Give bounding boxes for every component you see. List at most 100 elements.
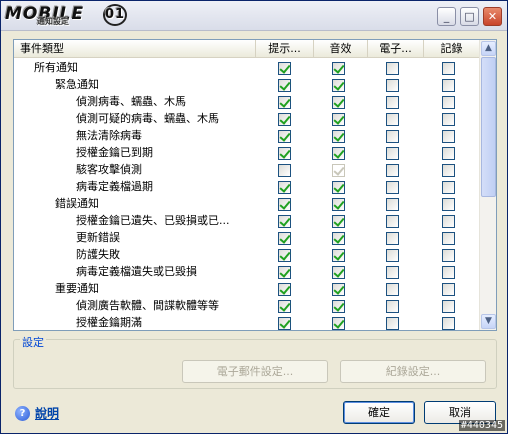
sound-checkbox[interactable]: [332, 147, 345, 160]
email-checkbox[interactable]: [386, 198, 399, 211]
table-row[interactable]: 授權金鑰期滿: [14, 314, 480, 331]
email-settings-button[interactable]: 電子郵件設定...: [182, 360, 328, 383]
sound-checkbox[interactable]: [332, 130, 345, 143]
sound-checkbox[interactable]: [332, 79, 345, 92]
title-bar[interactable]: MOBILE 通知設定 01 _ □ ✕: [1, 1, 507, 31]
log-checkbox[interactable]: [442, 300, 455, 313]
email-checkbox[interactable]: [386, 181, 399, 194]
vertical-scrollbar[interactable]: ▲ ▼: [479, 40, 496, 330]
log-checkbox[interactable]: [442, 283, 455, 296]
scroll-down-icon[interactable]: ▼: [481, 314, 496, 329]
log-checkbox[interactable]: [442, 147, 455, 160]
table-row[interactable]: 病毒定義檔過期: [14, 178, 480, 195]
log-checkbox[interactable]: [442, 113, 455, 126]
table-row[interactable]: 偵測廣告軟體、間諜軟體等等: [14, 297, 480, 314]
email-checkbox[interactable]: [386, 79, 399, 92]
sound-checkbox[interactable]: [332, 62, 345, 75]
table-row[interactable]: 授權金鑰已到期: [14, 144, 480, 161]
table-row[interactable]: 防護失敗: [14, 246, 480, 263]
event-label: 更新錯誤: [76, 231, 120, 244]
log-checkbox[interactable]: [442, 130, 455, 143]
log-checkbox[interactable]: [442, 96, 455, 109]
logo-badge: 01: [103, 4, 127, 26]
email-checkbox[interactable]: [386, 147, 399, 160]
sound-checkbox[interactable]: [332, 181, 345, 194]
popup-checkbox[interactable]: [278, 62, 291, 75]
column-header-email[interactable]: 電子...: [368, 40, 424, 58]
help-link[interactable]: ? 說明: [15, 404, 59, 422]
popup-checkbox[interactable]: [278, 232, 291, 245]
popup-checkbox[interactable]: [278, 266, 291, 279]
popup-checkbox[interactable]: [278, 249, 291, 262]
column-header-popup[interactable]: 提示...: [256, 40, 314, 58]
column-header-event-type[interactable]: 事件類型: [14, 40, 256, 58]
sound-checkbox[interactable]: [332, 232, 345, 245]
sound-checkbox[interactable]: [332, 215, 345, 228]
log-checkbox[interactable]: [442, 232, 455, 245]
table-row[interactable]: 偵測可疑的病毒、蠕蟲、木馬: [14, 110, 480, 127]
email-checkbox[interactable]: [386, 62, 399, 75]
scroll-thumb[interactable]: [481, 57, 496, 197]
sound-checkbox[interactable]: [332, 317, 345, 330]
email-checkbox[interactable]: [386, 130, 399, 143]
log-checkbox[interactable]: [442, 62, 455, 75]
table-row[interactable]: 偵測病毒、蠕蟲、木馬: [14, 93, 480, 110]
email-checkbox[interactable]: [386, 215, 399, 228]
sound-checkbox[interactable]: [332, 113, 345, 126]
popup-checkbox[interactable]: [278, 181, 291, 194]
log-settings-button[interactable]: 紀錄設定...: [340, 360, 486, 383]
log-checkbox[interactable]: [442, 249, 455, 262]
email-checkbox[interactable]: [386, 317, 399, 330]
popup-checkbox[interactable]: [278, 79, 291, 92]
sound-checkbox[interactable]: [332, 266, 345, 279]
ok-button[interactable]: 確定: [343, 401, 415, 424]
popup-checkbox[interactable]: [278, 113, 291, 126]
sound-checkbox[interactable]: [332, 198, 345, 211]
popup-checkbox[interactable]: [278, 147, 291, 160]
sound-checkbox[interactable]: [332, 96, 345, 109]
column-header-sound[interactable]: 音效: [314, 40, 368, 58]
popup-checkbox[interactable]: [278, 317, 291, 330]
email-checkbox[interactable]: [386, 96, 399, 109]
scroll-up-icon[interactable]: ▲: [481, 41, 496, 56]
popup-checkbox[interactable]: [278, 215, 291, 228]
email-checkbox[interactable]: [386, 266, 399, 279]
table-row[interactable]: 緊急通知: [14, 76, 480, 93]
email-checkbox[interactable]: [386, 283, 399, 296]
column-header-log[interactable]: 記錄: [424, 40, 480, 58]
popup-checkbox[interactable]: [278, 283, 291, 296]
log-checkbox[interactable]: [442, 79, 455, 92]
email-checkbox[interactable]: [386, 300, 399, 313]
help-label[interactable]: 說明: [35, 407, 59, 421]
table-row[interactable]: 更新錯誤: [14, 229, 480, 246]
table-row[interactable]: 授權金鑰已遺失、已毀損或已...: [14, 212, 480, 229]
app-logo: MOBILE 通知設定 01: [5, 4, 127, 26]
close-button[interactable]: ✕: [483, 7, 502, 26]
log-checkbox[interactable]: [442, 266, 455, 279]
table-row[interactable]: 所有通知: [14, 59, 480, 76]
table-row[interactable]: 駭客攻擊偵測: [14, 161, 480, 178]
maximize-button[interactable]: □: [460, 7, 479, 26]
sound-checkbox[interactable]: [332, 283, 345, 296]
popup-checkbox[interactable]: [278, 300, 291, 313]
popup-checkbox[interactable]: [278, 164, 291, 177]
popup-checkbox[interactable]: [278, 130, 291, 143]
email-checkbox[interactable]: [386, 249, 399, 262]
table-row[interactable]: 錯誤通知: [14, 195, 480, 212]
table-row[interactable]: 病毒定義檔遺失或已毀損: [14, 263, 480, 280]
log-checkbox[interactable]: [442, 215, 455, 228]
email-checkbox[interactable]: [386, 232, 399, 245]
table-row[interactable]: 無法清除病毒: [14, 127, 480, 144]
log-checkbox[interactable]: [442, 181, 455, 194]
table-row[interactable]: 重要通知: [14, 280, 480, 297]
log-checkbox[interactable]: [442, 317, 455, 330]
email-checkbox[interactable]: [386, 113, 399, 126]
log-checkbox[interactable]: [442, 198, 455, 211]
minimize-button[interactable]: _: [437, 7, 456, 26]
popup-checkbox[interactable]: [278, 96, 291, 109]
sound-checkbox[interactable]: [332, 249, 345, 262]
popup-checkbox[interactable]: [278, 198, 291, 211]
sound-checkbox[interactable]: [332, 300, 345, 313]
log-checkbox[interactable]: [442, 164, 455, 177]
email-checkbox[interactable]: [386, 164, 399, 177]
